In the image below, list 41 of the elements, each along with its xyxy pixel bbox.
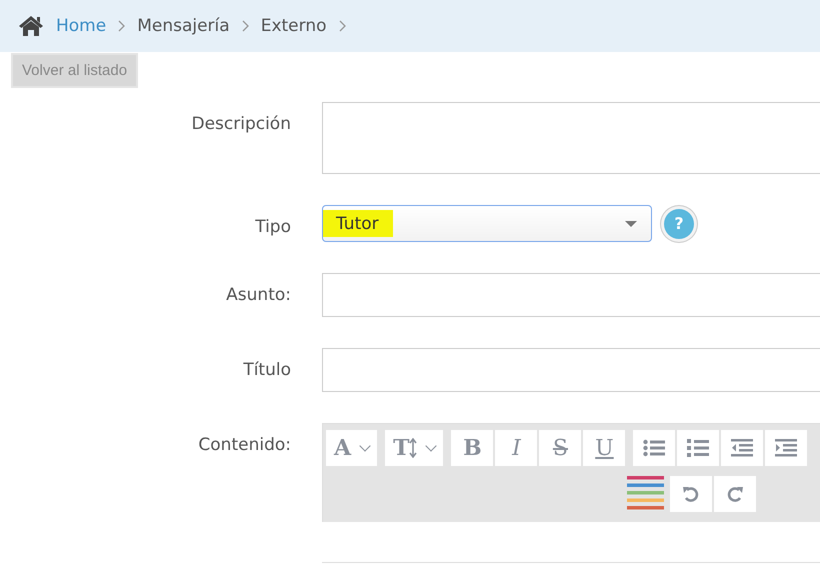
bulleted-list-icon [643,439,666,457]
text-input-field[interactable] [322,348,820,392]
redo-icon [726,485,744,503]
font-size-dropdown[interactable]: T [385,430,444,466]
breadcrumb-item[interactable]: Mensajería [137,16,230,36]
outdent-button[interactable] [721,430,764,466]
breadcrumb-link[interactable]: Home [56,16,106,36]
bold-button[interactable]: B [451,430,494,466]
underline-button[interactable]: U [583,430,626,466]
caret-icon [625,220,637,226]
breadcrumb-item[interactable]: Externo [260,16,326,36]
color-palette-icon [627,476,664,512]
text-color-button[interactable] [627,476,664,512]
field-label: Asunto: [226,284,291,307]
chevron-right-icon [118,20,126,32]
redo-button[interactable] [714,476,756,512]
numbers-button[interactable] [677,430,720,466]
field-label: Título [243,359,291,382]
indent-icon [775,439,798,457]
font-dropdown[interactable]: A [326,430,378,466]
strike-button[interactable]: S [539,430,582,466]
field-label: Contenido: [198,434,291,457]
chevron-right-icon [338,20,346,32]
undo-icon [682,485,700,503]
type-select[interactable]: Tutor [322,205,652,242]
bullets-button[interactable] [633,430,676,466]
numbered-list-icon [687,438,710,458]
vertical-arrow-icon [409,438,418,458]
outdent-icon [731,439,754,457]
field-label: Tipo [255,216,291,239]
home-icon[interactable] [18,15,44,37]
chevron-right-icon [242,20,249,32]
description-textarea[interactable] [322,102,820,174]
text-input-field[interactable] [322,273,820,317]
italic-button[interactable]: I [495,430,538,466]
help-icon[interactable]: ? [664,208,694,238]
undo-button[interactable] [670,476,712,512]
selected-value: Tutor [323,210,393,237]
indent-button[interactable] [765,430,808,466]
back-to-list-button[interactable]: Volver al listado [11,53,138,88]
field-label: Descripción [191,113,291,136]
